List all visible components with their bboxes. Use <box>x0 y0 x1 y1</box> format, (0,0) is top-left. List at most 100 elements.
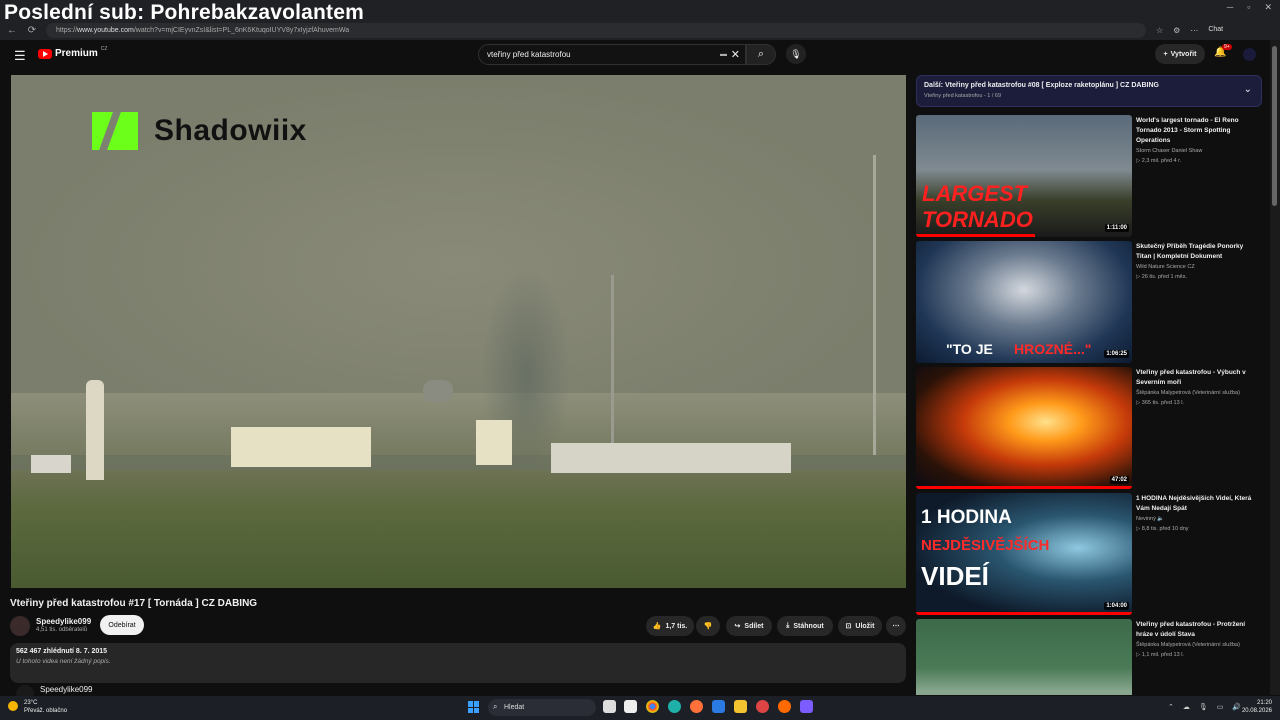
recommendation-item[interactable]: 47:02 Vteřiny před katastrofou - Výbuch … <box>916 367 1266 489</box>
create-button[interactable]: + Vytvořit <box>1155 44 1205 64</box>
firefox-icon[interactable] <box>690 700 703 713</box>
app-icon[interactable] <box>756 700 769 713</box>
rec-title[interactable]: Skutečný Příběh Tragédie Ponorky Titan |… <box>1136 242 1256 262</box>
chat-button[interactable]: Chat <box>1208 26 1223 35</box>
chevron-down-icon[interactable]: ⌄ <box>1244 84 1252 95</box>
download-button[interactable]: ⤓ Stáhnout <box>777 616 833 636</box>
voice-search-button[interactable]: 🎙 <box>786 44 806 64</box>
up-next-title: Další: Vteřiny před katastrofou #08 [ Ex… <box>924 82 1159 89</box>
like-count: 1,7 tis. <box>665 622 688 630</box>
rec-title[interactable]: World's largest tornado - El Reno Tornad… <box>1136 116 1256 146</box>
clear-search-icon[interactable]: ✕ <box>731 48 740 61</box>
recommendation-item[interactable]: LARGEST TORNADO 1:11:00 World's largest … <box>916 115 1266 237</box>
video-thumbnail[interactable] <box>916 619 1132 695</box>
taskbar-search[interactable]: ⌕ Hledat <box>488 699 596 716</box>
chrome-icon[interactable] <box>646 700 659 713</box>
rec-channel[interactable]: Nevinný 🔈 <box>1136 514 1256 524</box>
address-bar[interactable]: https://www.youtube.com/watch?v=mjCIEyvn… <box>46 23 1146 38</box>
keyboard-icon[interactable]: ▬ <box>720 51 727 58</box>
search-value: vteřiny před katastrofou <box>487 50 571 59</box>
share-icon: ↪ <box>734 623 741 630</box>
recommendation-item[interactable]: 1 HODINA NEJDĚSIVĚJŠÍCH VIDEÍ 1:04:00 1 … <box>916 493 1266 615</box>
more-actions-button[interactable]: ⋯ <box>886 616 906 636</box>
account-avatar[interactable] <box>1243 48 1256 61</box>
rec-channel[interactable]: Storm Chaser Daniel Shaw <box>1136 146 1256 156</box>
video-thumbnail[interactable]: LARGEST TORNADO 1:11:00 <box>916 115 1132 237</box>
comment-author[interactable]: Speedylike099 <box>40 685 92 694</box>
subscribe-button[interactable]: Odebírat <box>100 615 144 635</box>
browser-toolbar-icons: ☆ ⚙ ⋯ Chat <box>1156 26 1223 35</box>
rec-channel[interactable]: Wild Nature Science CZ <box>1136 262 1256 272</box>
playlist-up-next[interactable]: Další: Vteřiny před katastrofou #08 [ Ex… <box>916 75 1262 107</box>
chevron-up-icon[interactable]: ⌃ <box>1168 703 1174 711</box>
watermark-logo-icon <box>92 112 138 150</box>
mic-tray-icon[interactable]: 🎙 <box>1199 703 1208 711</box>
thumbs-up-icon: 👍 <box>652 623 662 630</box>
taskbar-search-label: Hledat <box>504 704 525 711</box>
rec-title[interactable]: Vteřiny před katastrofou - Výbuch v Seve… <box>1136 368 1256 388</box>
start-icon[interactable] <box>468 701 480 713</box>
duration-badge: 1:06:25 <box>1104 350 1129 358</box>
channel-name[interactable]: Speedylike099 <box>36 617 91 626</box>
create-label: Vytvořit <box>1170 50 1197 58</box>
channel-avatar[interactable] <box>10 616 30 636</box>
weather-widget[interactable]: 23°C Převáž. oblačno <box>8 699 67 715</box>
discord-icon[interactable] <box>800 700 813 713</box>
mail-icon[interactable] <box>712 700 725 713</box>
hamburger-menu-icon[interactable]: ☰ <box>14 48 26 64</box>
clock[interactable]: 21:20 20.08.2026 <box>1242 699 1272 715</box>
description-box[interactable]: 562 467 zhlédnutí 8. 7. 2015 U tohoto vi… <box>10 643 906 683</box>
like-button[interactable]: 👍 1,7 tis. <box>646 616 694 636</box>
search-input[interactable]: vteřiny před katastrofou ▬ ✕ <box>478 44 746 65</box>
recommendation-item[interactable]: Vteřiny před katastrofou - Protržení hrá… <box>916 619 1266 695</box>
recommendation-item[interactable]: "TO JE HROZNÉ..." 1:06:25 Skutečný Příbě… <box>916 241 1266 363</box>
video-thumbnail[interactable]: "TO JE HROZNÉ..." 1:06:25 <box>916 241 1132 363</box>
duration-badge: 1:11:00 <box>1104 224 1129 232</box>
video-frame-building <box>231 427 371 467</box>
video-frame-antenna <box>873 155 876 455</box>
file-explorer-icon[interactable] <box>734 700 747 713</box>
edge-icon[interactable] <box>668 700 681 713</box>
favorite-icon[interactable]: ☆ <box>1156 26 1163 35</box>
network-icon[interactable]: ▭ <box>1217 703 1224 711</box>
system-tray-icons: ⌃ ☁ 🎙 ▭ 🔊 <box>1168 703 1241 711</box>
video-frame-silo <box>86 380 104 480</box>
watch-progress-bar <box>916 234 1035 237</box>
save-label: Uložit <box>855 622 875 630</box>
stream-overlay-title: Poslední sub: Pohrebakzavolantem <box>4 1 364 24</box>
video-thumbnail[interactable]: 1 HODINA NEJDĚSIVĚJŠÍCH VIDEÍ 1:04:00 <box>916 493 1132 615</box>
video-thumbnail[interactable]: 47:02 <box>916 367 1132 489</box>
rec-channel[interactable]: Štěpánka Malypetrová (Veterinární služba… <box>1136 388 1256 398</box>
rec-title[interactable]: 1 HODINA Nejděsivějších Videí, Která Vám… <box>1136 494 1256 514</box>
save-button[interactable]: ⊡ Uložit <box>838 616 882 636</box>
minimize-icon[interactable]: ─ <box>1227 2 1233 13</box>
firefox-dev-icon[interactable] <box>778 700 791 713</box>
rec-title[interactable]: Vteřiny před katastrofou - Protržení hrá… <box>1136 620 1256 640</box>
notification-count-badge: 9+ <box>1222 44 1232 50</box>
video-frame-building <box>476 420 512 465</box>
more-icon[interactable]: ⋯ <box>1190 26 1198 35</box>
thumb-text-line2: HROZNÉ..." <box>1014 341 1092 357</box>
page-scrollbar[interactable] <box>1270 40 1280 695</box>
search-button[interactable]: ⌕ <box>746 44 776 65</box>
close-window-icon[interactable]: ✕ <box>1264 2 1272 13</box>
thumb-text-line1: LARGEST <box>922 181 1028 206</box>
volume-icon[interactable]: 🔊 <box>1232 703 1241 711</box>
scrollbar-thumb[interactable] <box>1272 46 1277 206</box>
rec-channel[interactable]: Štěpánka Malypetrová (Veterinární služba… <box>1136 640 1256 650</box>
cloud-icon[interactable]: ☁ <box>1183 703 1190 711</box>
youtube-logo[interactable]: Premium CZ <box>38 46 107 59</box>
rec-meta: ▷ 8,8 tis. před 10 dny <box>1136 526 1189 532</box>
back-icon[interactable]: ← <box>4 25 20 36</box>
widgets-icon[interactable] <box>624 700 637 713</box>
video-title: Vteřiny před katastrofou #17 [ Tornáda ]… <box>10 598 258 609</box>
clock-time: 21:20 <box>1256 700 1272 706</box>
video-player[interactable]: Shadowiix <box>11 75 906 588</box>
extensions-icon[interactable]: ⚙ <box>1173 26 1180 35</box>
maximize-icon[interactable]: ▫ <box>1247 2 1250 13</box>
task-view-icon[interactable] <box>603 700 616 713</box>
share-button[interactable]: ↪ Sdílet <box>726 616 772 636</box>
dislike-button[interactable]: 👎 <box>696 616 720 636</box>
description-text: U tohoto videa není žádný popis. <box>16 658 111 665</box>
refresh-icon[interactable]: ⟳ <box>24 25 40 36</box>
